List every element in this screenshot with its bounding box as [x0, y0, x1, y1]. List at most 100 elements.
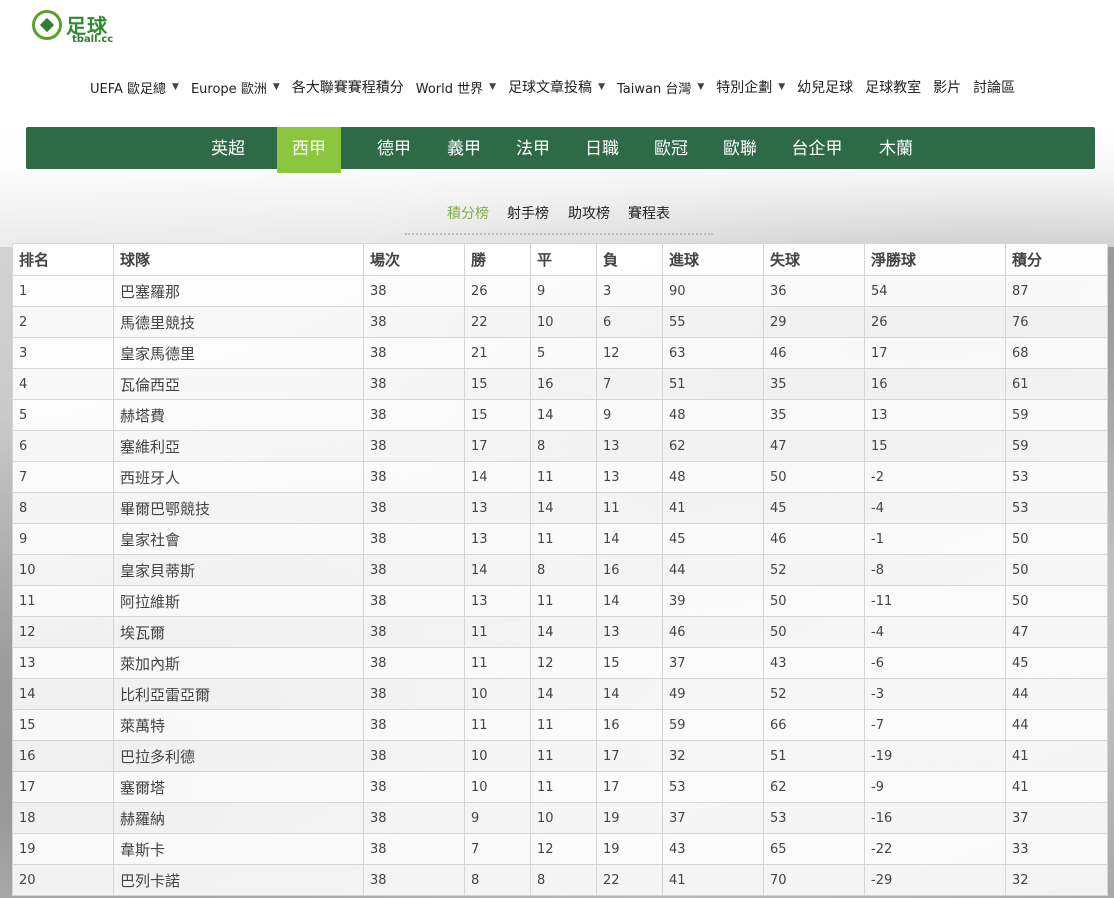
column-header: 球隊 — [113, 243, 364, 276]
table-row: 2 馬德里競技 38 22 10 6 55 29 26 76 — [12, 306, 1108, 338]
nav-item-6[interactable]: 特別企劃 ▼ — [710, 77, 791, 97]
league-tab-1[interactable]: 西甲 — [277, 127, 341, 173]
table-cell: 32 — [662, 740, 764, 772]
table-cell: 17 — [596, 771, 663, 803]
table-cell: 6 — [12, 430, 114, 462]
nav-item-7[interactable]: 幼兒足球 — [791, 77, 859, 97]
table-cell: 38 — [363, 461, 465, 493]
table-cell: 37 — [662, 647, 764, 679]
header-background — [0, 0, 1114, 127]
nav-item-label: 特別企劃 — [716, 80, 773, 96]
team-name-cell: 赫羅納 — [113, 802, 364, 834]
table-cell: 9 — [12, 523, 114, 555]
table-cell: -29 — [864, 864, 1006, 896]
table-cell: 2 — [12, 306, 114, 338]
table-cell: 15 — [464, 368, 531, 400]
league-tab-9[interactable]: 木蘭 — [868, 127, 924, 169]
league-tab-6[interactable]: 歐冠 — [643, 127, 699, 169]
table-cell: 53 — [662, 771, 764, 803]
nav-item-9[interactable]: 影片 — [927, 77, 967, 97]
table-cell: 51 — [763, 740, 865, 772]
team-name-cell: 萊加內斯 — [113, 647, 364, 679]
subtab-1[interactable]: 射手榜 — [507, 203, 549, 223]
table-cell: -1 — [864, 523, 1006, 555]
subtab-2[interactable]: 助攻榜 — [568, 203, 610, 223]
league-tab-3[interactable]: 義甲 — [436, 127, 492, 169]
site-logo[interactable]: 足球 tball.cc — [32, 8, 132, 46]
team-name-cell: 皇家貝蒂斯 — [113, 554, 364, 586]
table-cell: 14 — [530, 678, 597, 710]
table-cell: 38 — [363, 275, 465, 307]
table-cell: 48 — [662, 461, 764, 493]
table-cell: 38 — [363, 585, 465, 617]
team-name-cell: 巴列卡諾 — [113, 864, 364, 896]
table-cell: 44 — [662, 554, 764, 586]
table-cell: 61 — [1005, 368, 1108, 400]
table-cell: 9 — [596, 399, 663, 431]
nav-item-2[interactable]: 各大聯賽賽程積分 — [286, 77, 410, 97]
nav-item-8[interactable]: 足球教室 — [859, 77, 927, 97]
table-cell: 15 — [12, 709, 114, 741]
table-cell: 14 — [464, 554, 531, 586]
table-cell: 14 — [596, 678, 663, 710]
nav-item-10[interactable]: 討論區 — [967, 77, 1021, 97]
nav-item-4[interactable]: 足球文章投稿 ▼ — [502, 77, 611, 97]
table-row: 7 西班牙人 38 14 11 13 48 50 -2 53 — [12, 461, 1108, 493]
table-cell: -8 — [864, 554, 1006, 586]
table-cell: 59 — [1005, 399, 1108, 431]
table-cell: 10 — [464, 740, 531, 772]
table-cell: 17 — [596, 740, 663, 772]
column-header: 場次 — [363, 243, 465, 276]
table-cell: 26 — [864, 306, 1006, 338]
nav-item-label: Taiwan 台灣 — [616, 81, 692, 97]
column-header: 負 — [596, 243, 663, 276]
league-tab-bar: 英超 西甲 德甲 義甲 法甲 日職 歐冠 歐聯 台企甲 木蘭 — [26, 127, 1095, 173]
table-cell: 5 — [12, 399, 114, 431]
table-cell: 21 — [464, 337, 531, 369]
league-tab-0[interactable]: 英超 — [203, 127, 253, 169]
football-logo-icon — [32, 10, 62, 40]
table-cell: 38 — [363, 554, 465, 586]
table-cell: 39 — [662, 585, 764, 617]
table-cell: 38 — [363, 802, 465, 834]
league-tab-4[interactable]: 法甲 — [505, 127, 561, 169]
subtab-0[interactable]: 積分榜 — [447, 203, 489, 223]
team-name-cell: 阿拉維斯 — [113, 585, 364, 617]
table-cell: 76 — [1005, 306, 1108, 338]
nav-item-1[interactable]: Europe 歐洲 ▼ — [185, 78, 286, 97]
subtab-3[interactable]: 賽程表 — [628, 203, 670, 223]
table-cell: -4 — [864, 492, 1006, 524]
table-row: 8 畢爾巴鄂競技 38 13 14 11 41 45 -4 53 — [12, 492, 1108, 524]
table-row: 9 皇家社會 38 13 11 14 45 46 -1 50 — [12, 523, 1108, 555]
table-cell: 7 — [596, 368, 663, 400]
table-cell: 13 — [596, 461, 663, 493]
table-cell: 11 — [464, 647, 531, 679]
league-tab-7[interactable]: 歐聯 — [712, 127, 768, 169]
table-cell: 45 — [662, 523, 764, 555]
table-row: 11 阿拉維斯 38 13 11 14 39 50 -11 50 — [12, 585, 1108, 617]
table-cell: 13 — [596, 616, 663, 648]
table-cell: 8 — [530, 554, 597, 586]
team-name-cell: 巴塞羅那 — [113, 275, 364, 307]
table-cell: 13 — [464, 523, 531, 555]
nav-item-label: 足球教室 — [865, 80, 922, 96]
league-tab-8[interactable]: 台企甲 — [781, 127, 853, 169]
nav-item-label: World 世界 — [415, 81, 484, 97]
table-cell: 68 — [1005, 337, 1108, 369]
table-cell: 66 — [763, 709, 865, 741]
league-tab-2[interactable]: 德甲 — [366, 127, 422, 169]
table-cell: -9 — [864, 771, 1006, 803]
team-name-cell: 塞維利亞 — [113, 430, 364, 462]
league-tab-5[interactable]: 日職 — [574, 127, 630, 169]
table-cell: 54 — [864, 275, 1006, 307]
table-cell: 50 — [1005, 523, 1108, 555]
nav-item-3[interactable]: World 世界 ▼ — [410, 78, 502, 97]
team-name-cell: 馬德里競技 — [113, 306, 364, 338]
table-cell: 11 — [464, 709, 531, 741]
table-cell: 41 — [1005, 771, 1108, 803]
table-cell: 47 — [763, 430, 865, 462]
table-cell: 53 — [1005, 492, 1108, 524]
table-cell: 9 — [530, 275, 597, 307]
nav-item-0[interactable]: UEFA 歐足總 ▼ — [84, 78, 185, 97]
nav-item-5[interactable]: Taiwan 台灣 ▼ — [611, 78, 710, 97]
